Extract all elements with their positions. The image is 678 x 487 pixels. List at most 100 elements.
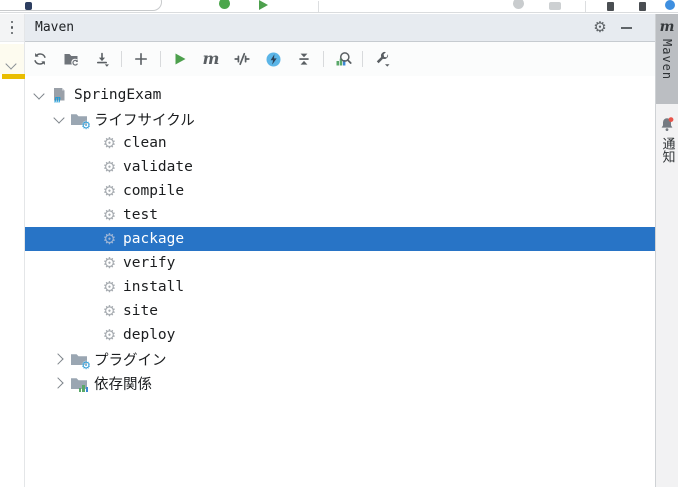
goal-gear-icon: ⚙ bbox=[101, 184, 118, 199]
goal-gear-icon: ⚙ bbox=[101, 232, 118, 247]
wrench-icon bbox=[374, 51, 391, 68]
minimize-icon bbox=[621, 27, 632, 29]
run-build-button[interactable] bbox=[167, 47, 193, 71]
blue-gear-overlay-icon: ⚙ bbox=[81, 120, 91, 131]
tree-item-label: validate bbox=[123, 159, 193, 175]
dependency-analyzer-button[interactable] bbox=[330, 47, 356, 71]
goal-gear-icon: ⚙ bbox=[101, 280, 118, 295]
vertical-dots-icon bbox=[11, 21, 14, 35]
lifecycle-folder-icon: ⚙ bbox=[70, 111, 88, 127]
maven-m-logo-icon: m bbox=[660, 19, 675, 35]
dark-icon[interactable] bbox=[607, 2, 614, 11]
maven-panel-header: Maven ⚙ bbox=[25, 14, 655, 42]
yellow-marker-bar bbox=[2, 74, 25, 79]
plus-icon bbox=[133, 51, 149, 67]
gray-circle-icon[interactable] bbox=[513, 0, 524, 9]
toolbar-divider bbox=[121, 51, 122, 67]
offline-lightning-icon bbox=[265, 51, 282, 68]
dependencies-folder-icon bbox=[70, 375, 88, 391]
toolbar-divider bbox=[362, 51, 363, 67]
toolbar-divider bbox=[323, 51, 324, 67]
tree-item-compile[interactable]: ⚙ compile bbox=[25, 179, 655, 203]
toggle-offline-mode-button[interactable] bbox=[260, 47, 286, 71]
tree-item-label: 依存関係 bbox=[94, 373, 152, 394]
tree-item-test[interactable]: ⚙ test bbox=[25, 203, 655, 227]
goal-gear-icon: ⚙ bbox=[101, 136, 118, 151]
tree-item-label: test bbox=[123, 207, 158, 223]
tool-tab-label: 通知 bbox=[658, 137, 677, 163]
goal-gear-icon: ⚙ bbox=[101, 160, 118, 175]
tree-item-label: プラグイン bbox=[94, 349, 167, 370]
dark-icon[interactable] bbox=[639, 2, 646, 11]
favicon-icon bbox=[25, 2, 32, 10]
tree-item-site[interactable]: ⚙ site bbox=[25, 299, 655, 323]
editor-gutter-sliver bbox=[0, 14, 25, 487]
tree-item-plugins[interactable]: ⚙ プラグイン bbox=[25, 347, 655, 371]
add-maven-project-button[interactable] bbox=[128, 47, 154, 71]
tree-item-label: package bbox=[123, 231, 184, 247]
folder-sync-icon bbox=[63, 51, 79, 67]
download-sources-button[interactable] bbox=[89, 47, 115, 71]
tree-item-label: site bbox=[123, 303, 158, 319]
tree-item-label: verify bbox=[123, 255, 175, 271]
maven-panel: Maven ⚙ bbox=[25, 14, 655, 487]
maven-module-icon: m bbox=[50, 87, 68, 103]
tree-item-springexam[interactable]: m SpringExam bbox=[25, 83, 655, 107]
goal-gear-icon: ⚙ bbox=[101, 304, 118, 319]
tool-window-drag-handle[interactable] bbox=[0, 14, 24, 42]
maven-tool-window-screenshot: Maven ⚙ bbox=[0, 0, 678, 487]
collapse-all-icon bbox=[296, 51, 312, 67]
maven-project-tree: m SpringExam ⚙ ライフサイクル ⚙ clean bbox=[25, 76, 655, 395]
green-circle-icon[interactable] bbox=[219, 0, 230, 9]
tree-item-lifecycle[interactable]: ⚙ ライフサイクル bbox=[25, 107, 655, 131]
toolbar-divider bbox=[585, 1, 586, 12]
run-icon bbox=[172, 51, 188, 67]
goal-gear-icon: ⚙ bbox=[101, 208, 118, 223]
blue-icon[interactable] bbox=[665, 0, 675, 10]
chevron-down-icon[interactable] bbox=[33, 89, 45, 101]
tool-tab-notifications[interactable]: 通知 bbox=[656, 104, 678, 163]
bar-chart-overlay-icon bbox=[79, 385, 89, 392]
fold-chevron-down-icon[interactable] bbox=[7, 60, 16, 69]
goal-gear-icon: ⚙ bbox=[101, 328, 118, 343]
top-cutoff-toolbar bbox=[0, 0, 678, 13]
plugins-folder-icon: ⚙ bbox=[70, 351, 88, 367]
download-icon bbox=[94, 51, 110, 67]
goal-gear-icon: ⚙ bbox=[101, 256, 118, 271]
tree-item-label: install bbox=[123, 279, 184, 295]
tree-item-verify[interactable]: ⚙ verify bbox=[25, 251, 655, 275]
panel-settings-button[interactable]: ⚙ bbox=[587, 17, 613, 39]
maven-settings-button[interactable] bbox=[369, 47, 395, 71]
tree-item-label: deploy bbox=[123, 327, 175, 343]
skip-tests-icon bbox=[234, 51, 250, 67]
tree-item-deploy[interactable]: ⚙ deploy bbox=[25, 323, 655, 347]
chevron-right-icon[interactable] bbox=[53, 353, 65, 365]
green-run-icon[interactable] bbox=[259, 0, 268, 10]
panel-title: Maven bbox=[35, 20, 587, 35]
tree-item-label: clean bbox=[123, 135, 167, 151]
analyzer-magnifier-icon bbox=[335, 51, 352, 68]
maven-m-icon: m bbox=[203, 51, 220, 67]
reload-maven-projects-button[interactable] bbox=[27, 47, 53, 71]
toolbar-divider bbox=[160, 51, 161, 67]
gray-pill-icon[interactable] bbox=[549, 2, 561, 10]
chevron-down-icon[interactable] bbox=[53, 113, 65, 125]
toolbar-divider bbox=[318, 1, 319, 12]
tree-item-label: SpringExam bbox=[74, 87, 161, 103]
svg-text:m: m bbox=[54, 95, 61, 104]
chevron-right-icon[interactable] bbox=[53, 377, 65, 389]
tree-item-install[interactable]: ⚙ install bbox=[25, 275, 655, 299]
tree-item-dependencies[interactable]: 依存関係 bbox=[25, 371, 655, 395]
toggle-skip-tests-button[interactable] bbox=[229, 47, 255, 71]
tool-tab-label: Maven bbox=[660, 39, 674, 80]
generate-sources-button[interactable] bbox=[58, 47, 84, 71]
tool-tab-maven-active[interactable]: m Maven bbox=[656, 14, 678, 104]
execute-maven-goal-button[interactable]: m bbox=[198, 47, 224, 71]
bell-icon bbox=[659, 117, 675, 132]
panel-minimize-button[interactable] bbox=[613, 17, 639, 39]
blue-gear-overlay-icon: ⚙ bbox=[81, 360, 91, 371]
tree-item-package-selected[interactable]: ⚙ package bbox=[25, 227, 655, 251]
tree-item-validate[interactable]: ⚙ validate bbox=[25, 155, 655, 179]
collapse-all-button[interactable] bbox=[291, 47, 317, 71]
tree-item-clean[interactable]: ⚙ clean bbox=[25, 131, 655, 155]
